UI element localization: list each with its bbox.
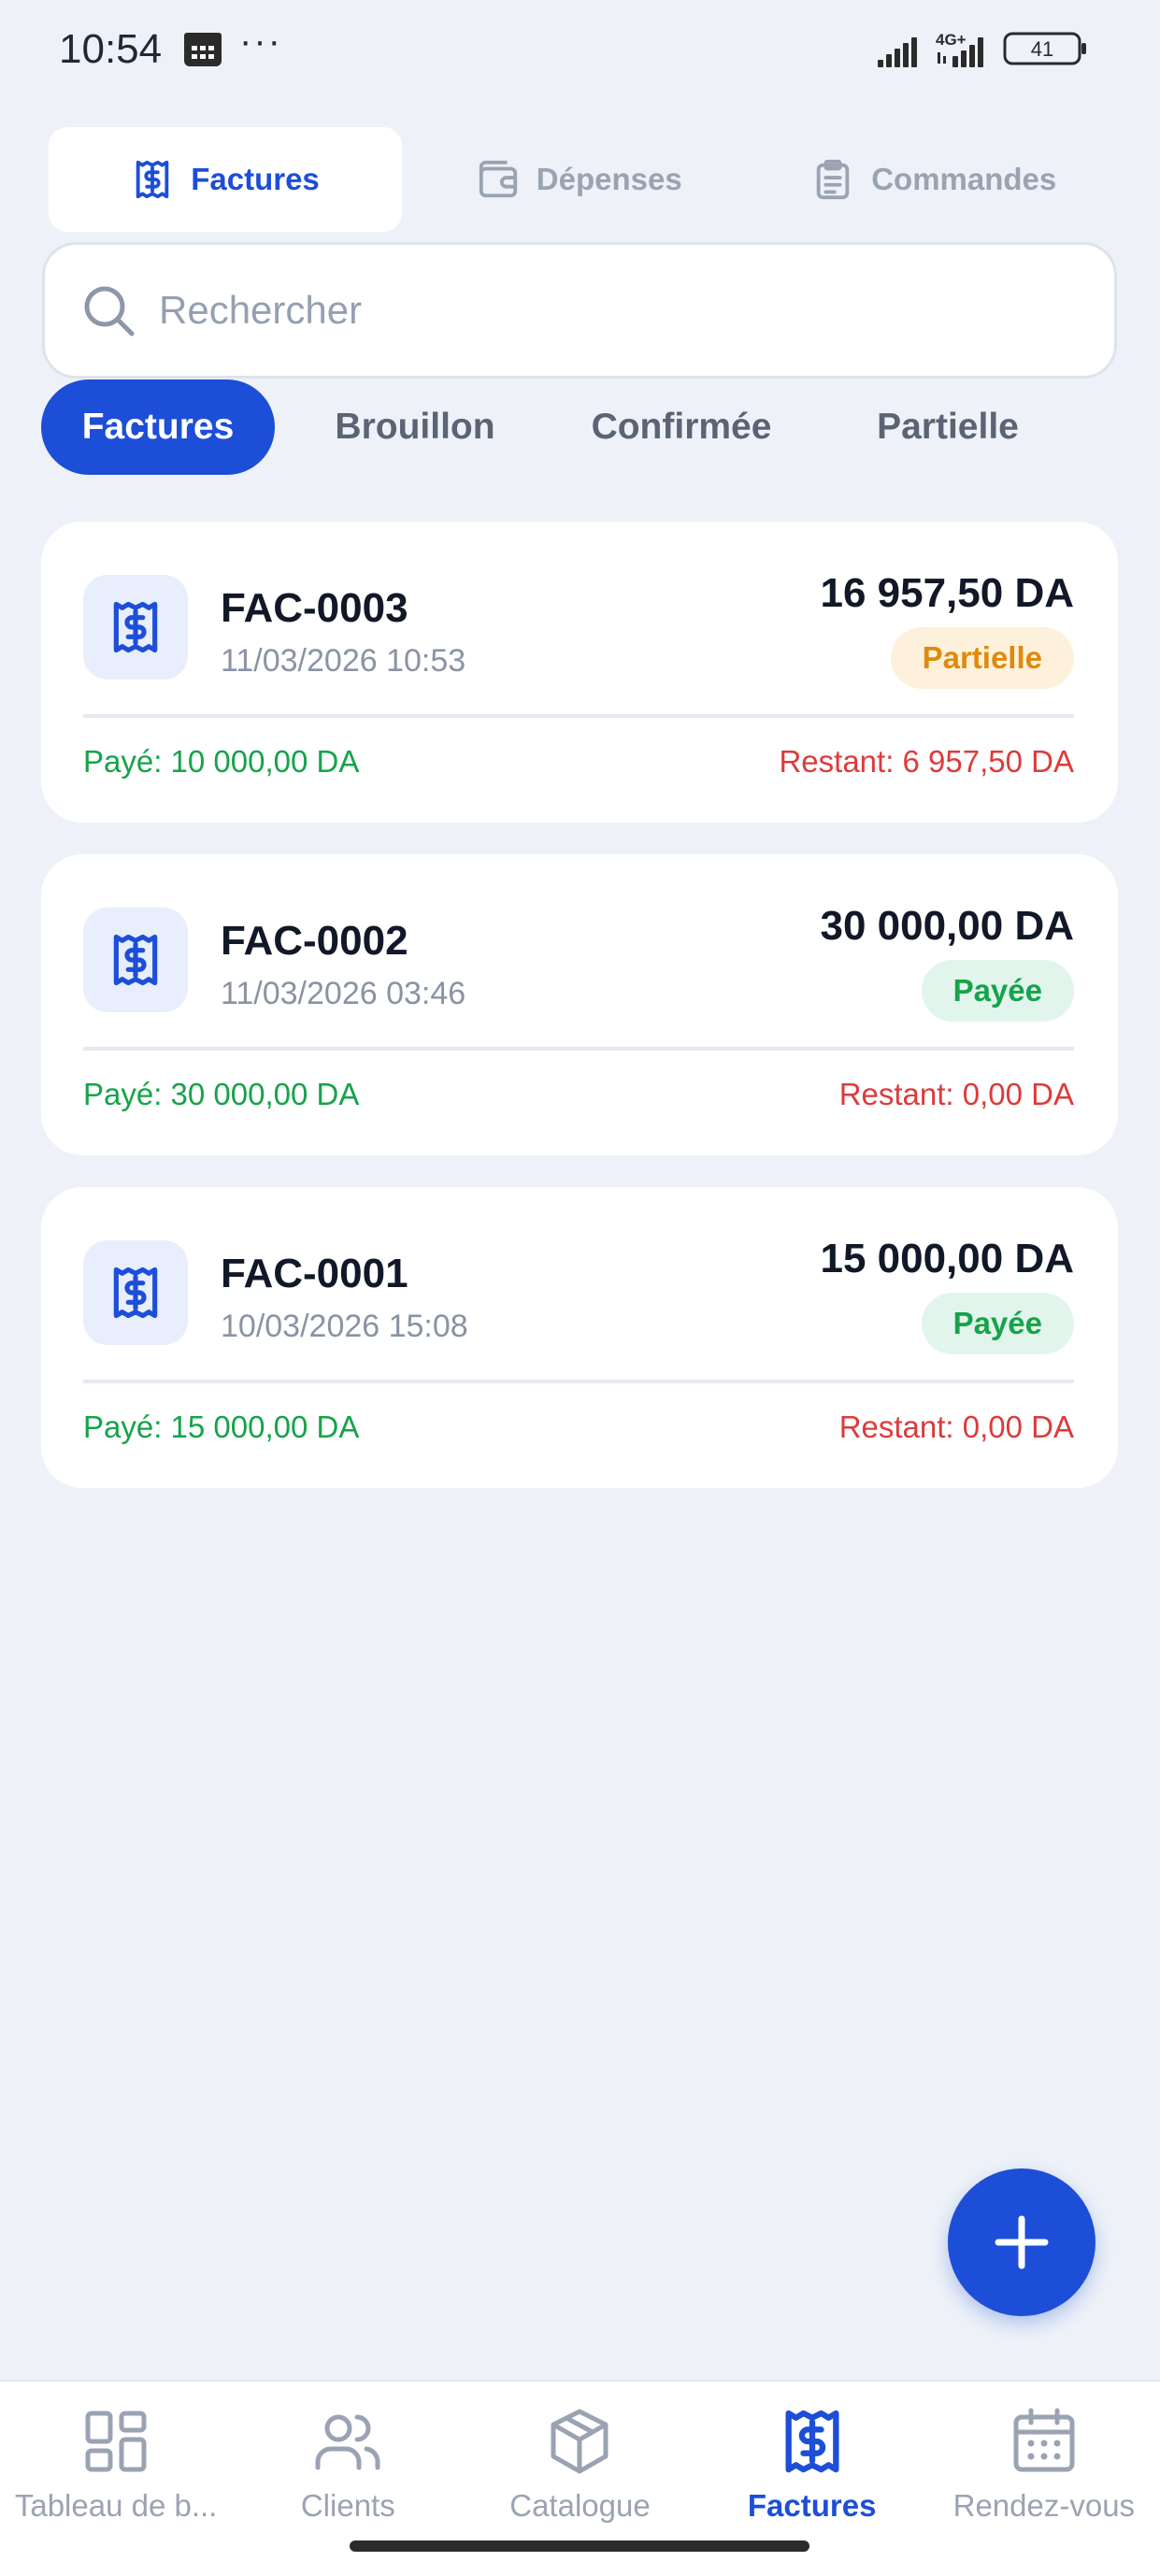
nav-dashboard[interactable]: Tableau de b... <box>0 2382 232 2576</box>
receipt-icon <box>113 1267 158 1319</box>
status-filters: Factures Brouillon Confirmée Partielle <box>41 379 1088 475</box>
search-input[interactable] <box>159 288 1000 333</box>
invoice-card[interactable]: FAC-0002 11/03/2026 03:46 30 000,00 DA P… <box>41 854 1118 1155</box>
invoice-amount: 16 957,50 DA <box>820 570 1074 616</box>
tab-label: Dépenses <box>536 162 682 196</box>
invoice-remaining: Restant: 0,00 DA <box>838 1077 1074 1111</box>
home-indicator[interactable] <box>350 2540 809 2552</box>
invoice-paid: Payé: 10 000,00 DA <box>83 744 360 779</box>
receipt-icon <box>785 2410 839 2473</box>
calendar-status-icon <box>184 33 222 66</box>
invoice-number: FAC-0003 <box>221 585 408 631</box>
invoice-date: 11/03/2026 10:53 <box>221 643 466 679</box>
add-invoice-button[interactable] <box>948 2168 1096 2316</box>
clipboard-icon <box>816 159 850 200</box>
tab-label: Factures <box>191 162 320 196</box>
svg-text:41: 41 <box>1031 37 1053 61</box>
invoice-number: FAC-0002 <box>221 918 408 964</box>
network-type: 4G+ <box>936 31 967 49</box>
receipt-icon <box>113 934 158 986</box>
nav-label: Rendez-vous <box>952 2488 1136 2523</box>
filter-factures[interactable]: Factures <box>41 379 275 475</box>
filter-brouillon[interactable]: Brouillon <box>275 379 555 475</box>
calendar-icon <box>1013 2408 1075 2472</box>
receipt-icon <box>136 160 169 199</box>
receipt-icon <box>113 601 158 653</box>
tab-commandes[interactable]: Commandes <box>757 127 1112 232</box>
box-icon <box>551 2409 609 2474</box>
signal-icon <box>878 37 917 67</box>
nav-label: Clients <box>300 2488 395 2523</box>
divider <box>83 1380 1074 1383</box>
filter-confirmee[interactable]: Confirmée <box>555 379 808 475</box>
invoice-icon-box <box>83 1240 188 1345</box>
invoice-amount: 15 000,00 DA <box>820 1236 1074 1281</box>
invoice-number: FAC-0001 <box>221 1251 408 1296</box>
top-tabs: Factures Dépenses Commandes <box>49 127 1111 232</box>
status-badge: Partielle <box>890 627 1074 689</box>
invoice-paid: Payé: 15 000,00 DA <box>83 1410 360 1444</box>
invoice-amount: 30 000,00 DA <box>820 903 1074 949</box>
dashboard-icon <box>85 2411 147 2472</box>
tab-label: Commandes <box>871 162 1057 196</box>
status-bar: 10:54 ··· 4G+ 41 <box>0 0 1160 99</box>
nav-label: Tableau de b... <box>14 2488 218 2523</box>
divider <box>83 714 1074 718</box>
wallet-icon <box>479 160 517 198</box>
invoice-paid: Payé: 30 000,00 DA <box>83 1077 360 1111</box>
status-badge: Payée <box>921 960 1074 1022</box>
status-time: 10:54 <box>59 26 163 72</box>
more-notifications-icon: ··· <box>239 21 282 62</box>
invoice-card[interactable]: FAC-0003 11/03/2026 10:53 16 957,50 DA P… <box>41 522 1118 823</box>
invoice-icon-box <box>83 575 188 680</box>
status-badge: Payée <box>921 1293 1074 1354</box>
status-indicators: 4G+ 41 <box>878 31 1086 67</box>
invoice-remaining: Restant: 0,00 DA <box>838 1410 1074 1444</box>
battery-icon: 41 <box>1003 32 1086 65</box>
filter-partielle[interactable]: Partielle <box>808 379 1088 475</box>
invoice-icon-box <box>83 908 188 1012</box>
tab-depenses[interactable]: Dépenses <box>402 127 757 232</box>
users-icon <box>315 2414 380 2470</box>
nav-rendez-vous[interactable]: Rendez-vous <box>928 2382 1160 2576</box>
invoice-date: 10/03/2026 15:08 <box>221 1309 468 1344</box>
divider <box>83 1047 1074 1051</box>
search-bar <box>42 242 1117 379</box>
nav-label: Factures <box>747 2488 877 2523</box>
invoice-date: 11/03/2026 03:46 <box>221 976 466 1011</box>
tab-factures[interactable]: Factures <box>49 127 402 232</box>
invoice-card[interactable]: FAC-0001 10/03/2026 15:08 15 000,00 DA P… <box>41 1187 1118 1488</box>
nav-label: Catalogue <box>509 2488 651 2523</box>
search-icon <box>84 286 135 336</box>
invoice-remaining: Restant: 6 957,50 DA <box>779 744 1074 779</box>
plus-icon <box>995 2215 1049 2269</box>
